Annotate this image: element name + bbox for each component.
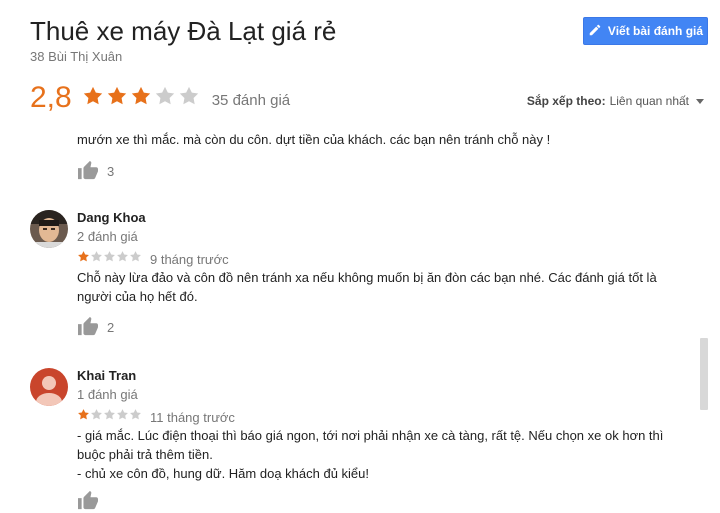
reviewer-info: Khai Tran 1 đánh giá (77, 368, 138, 402)
star-empty-icon (155, 86, 174, 104)
star-empty-icon (104, 409, 115, 420)
reviewer-info: Dang Khoa 2 đánh giá (77, 210, 146, 244)
reviewer-name[interactable]: Dang Khoa (77, 210, 146, 225)
review-text: mướn xe thì mắc. mà còn du côn. dựt tiền… (77, 132, 551, 147)
star-empty-icon (179, 86, 198, 104)
review-text: Chỗ này lừa đảo và côn đồ nên tránh xa n… (77, 268, 677, 306)
review-text-line: người của họ hết đó. (77, 289, 198, 304)
thumbs-up-icon (77, 316, 99, 339)
avatar[interactable] (30, 368, 68, 406)
sort-value: Liên quan nhất (609, 94, 689, 108)
scrollbar-thumb[interactable] (700, 338, 708, 410)
star-filled-icon (83, 86, 102, 104)
like-button[interactable]: 2 (77, 316, 114, 339)
review-text-line: - chủ xe côn đồ, hung dữ. Hăm doạ khách … (77, 466, 369, 481)
reviewer-name[interactable]: Khai Tran (77, 368, 138, 383)
review-text-line: Chỗ này lừa đảo và côn đồ nên tránh xa n… (77, 270, 657, 285)
review-stars (77, 250, 142, 268)
star-empty-icon (104, 251, 115, 262)
thumbs-up-icon (77, 160, 99, 183)
rating-summary: 2,8 35 đánh giá (30, 80, 290, 116)
star-empty-icon (130, 409, 141, 420)
star-filled-icon (78, 409, 89, 420)
like-count: 2 (107, 320, 115, 335)
place-address: 38 Bùi Thị Xuân (30, 49, 123, 64)
star-empty-icon (117, 409, 128, 420)
reviewer-review-count: 2 đánh giá (77, 229, 138, 244)
review-rating: 11 tháng trước (77, 408, 235, 426)
star-empty-icon (130, 251, 141, 262)
review-count[interactable]: 35 đánh giá (212, 92, 290, 109)
rating-stars (82, 85, 202, 112)
rating-value: 2,8 (30, 81, 72, 114)
sort-dropdown[interactable]: Sắp xếp theo: Liên quan nhất (527, 94, 704, 108)
review-rating: 9 tháng trước (77, 250, 229, 268)
review-stars (77, 408, 142, 426)
star-filled-icon (107, 86, 126, 104)
star-filled-icon (78, 251, 89, 262)
reviews-list: mướn xe thì mắc. mà còn du côn. dựt tiền… (0, 122, 700, 513)
review-item: Khai Tran 1 đánh giá 11 tháng trước - gi… (30, 368, 690, 513)
review-item: Dang Khoa 2 đánh giá 9 tháng trước Chỗ n… (30, 210, 690, 350)
like-button[interactable]: 3 (77, 160, 114, 183)
avatar[interactable] (30, 210, 68, 248)
review-time: 11 tháng trước (150, 409, 235, 425)
reviewer-review-count: 1 đánh giá (77, 387, 138, 402)
write-review-button[interactable]: Viết bài đánh giá (583, 17, 708, 45)
thumbs-up-icon (77, 490, 99, 513)
chevron-down-icon (696, 98, 704, 104)
like-button[interactable] (77, 490, 99, 513)
star-filled-icon (131, 86, 150, 104)
review-text: - giá mắc. Lúc điện thoại thì báo giá ng… (77, 426, 677, 483)
pencil-icon (588, 23, 602, 40)
write-review-label: Viết bài đánh giá (607, 24, 704, 38)
sort-label: Sắp xếp theo: (526, 94, 606, 108)
review-text-line: - giá mắc. Lúc điện thoại thì báo giá ng… (77, 428, 664, 443)
star-empty-icon (91, 409, 102, 420)
star-empty-icon (91, 251, 102, 262)
review-time: 9 tháng trước (150, 251, 229, 267)
review-text-line: buộc phải trả thêm tiền. (77, 447, 213, 462)
like-count: 3 (107, 164, 115, 179)
star-empty-icon (117, 251, 128, 262)
